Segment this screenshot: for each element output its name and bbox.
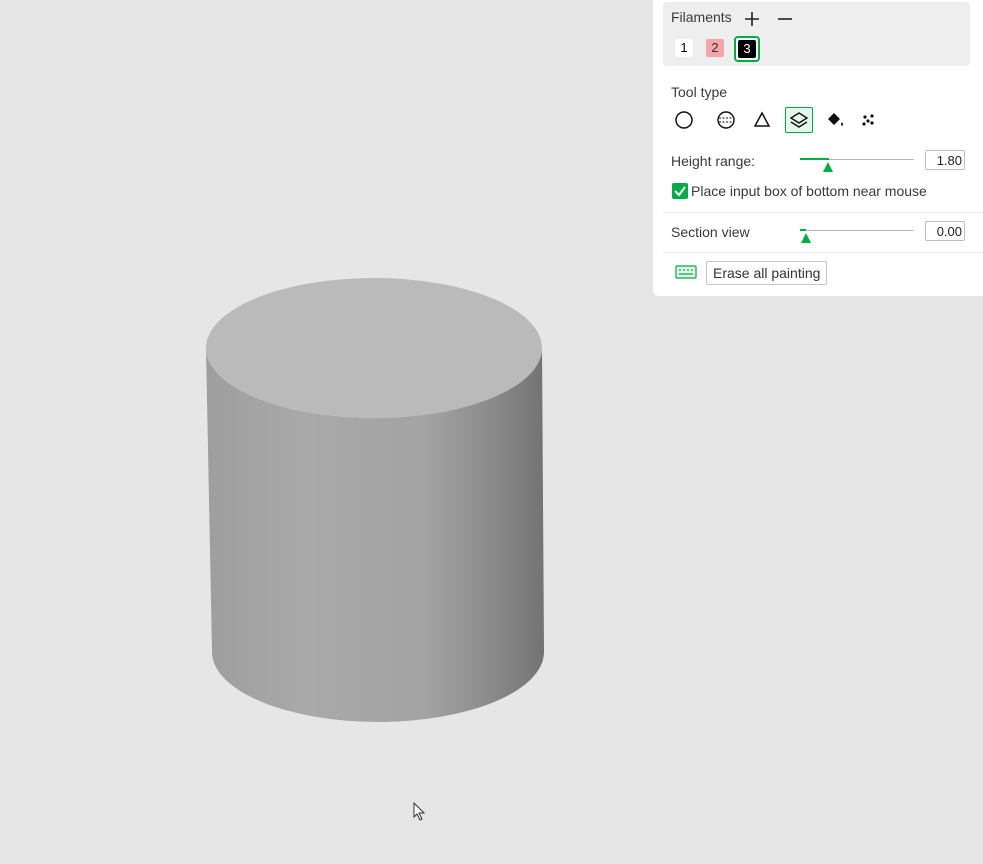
height-range-tool-icon [789, 112, 809, 128]
filaments-title: Filaments [671, 9, 732, 25]
erase-all-painting-button[interactable]: Erase all painting [706, 261, 828, 285]
sphere-tool-icon [717, 111, 735, 129]
height-range-input[interactable]: 1.80 [925, 150, 965, 170]
place-input-checkbox[interactable] [672, 183, 688, 199]
gap-fill-tool-icon [862, 114, 874, 126]
minus-icon[interactable] [776, 10, 794, 28]
height-range-label: Height range: [671, 153, 756, 169]
section-view-fill [800, 229, 806, 231]
sphere-tool-button[interactable] [713, 108, 739, 132]
filaments-section: Filaments 1 2 3 [663, 2, 970, 66]
keyboard-icon[interactable] [675, 265, 697, 279]
filament-chip-2[interactable]: 2 [706, 39, 724, 57]
plus-icon[interactable] [743, 10, 761, 28]
circle-tool-icon [675, 111, 693, 129]
section-view-thumb[interactable] [801, 233, 811, 243]
divider [663, 212, 983, 213]
paint-tool-panel: Filaments 1 2 3 Tool type Height range: … [653, 0, 983, 296]
height-range-tool-button[interactable] [785, 107, 813, 133]
filament-chip-1[interactable]: 1 [675, 39, 693, 57]
section-view-track [800, 230, 914, 231]
section-view-input[interactable]: 0.00 [925, 221, 965, 241]
checkmark-icon [674, 186, 686, 197]
height-range-thumb[interactable] [823, 162, 833, 172]
fill-bucket-tool-icon [828, 113, 843, 126]
triangle-tool-icon [753, 111, 771, 127]
height-range-fill [800, 158, 829, 160]
triangle-tool-button[interactable] [749, 108, 775, 132]
fill-bucket-tool-button[interactable] [821, 108, 847, 132]
section-view-label: Section view [671, 224, 750, 240]
circle-tool-button[interactable] [671, 108, 697, 132]
divider [663, 252, 983, 253]
filament-chip-3-selected[interactable]: 3 [734, 36, 760, 62]
gap-fill-tool-button[interactable] [856, 108, 882, 132]
tool-type-title: Tool type [671, 84, 728, 100]
cylinder-top [206, 278, 542, 418]
filament-chip-3: 3 [738, 40, 756, 58]
mouse-cursor-icon [413, 802, 426, 821]
place-input-label: Place input box of bottom near mouse [691, 183, 927, 199]
